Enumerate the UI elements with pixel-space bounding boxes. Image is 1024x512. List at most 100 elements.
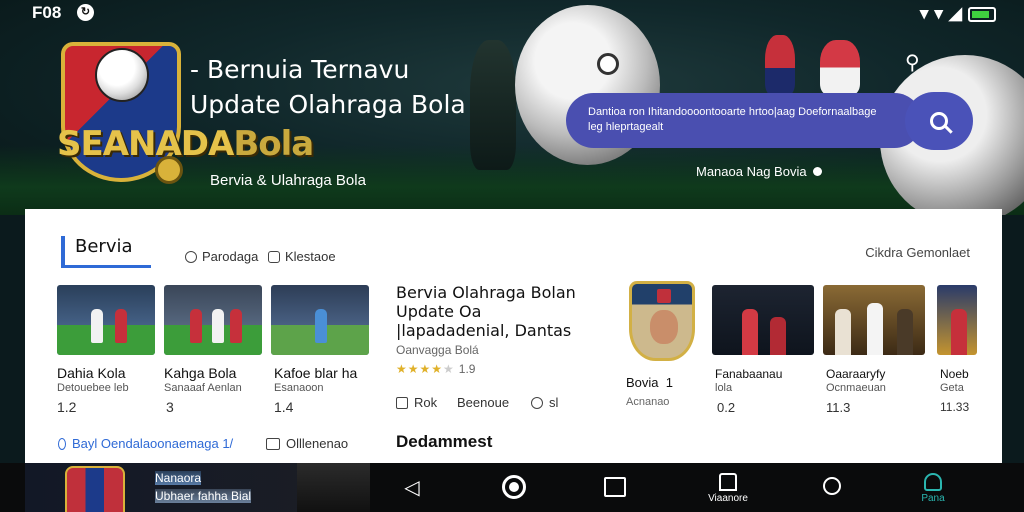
news-item-subtitle: Esanaoon (274, 382, 324, 394)
meta-label: Beenoue (457, 395, 510, 410)
wifi-icon: ▾ (934, 4, 943, 23)
status-icons: ▾ ▾ ◢ (920, 4, 996, 24)
nav-tab-home[interactable]: Viaanore (698, 473, 758, 504)
featured-source: Oanvagga Bolá (396, 343, 479, 357)
photo-thumbnail[interactable] (712, 285, 814, 355)
logo-ball-icon (95, 48, 149, 102)
bottom-link-secondary[interactable]: Olllenenao (266, 436, 348, 451)
nav-tab-profile[interactable]: Pana (903, 473, 963, 504)
search-input[interactable]: Dantioa ron Ihitandoooontooarte hrtoo|aa… (566, 93, 922, 148)
section-underline (61, 265, 151, 268)
sync-icon: ↻ (77, 4, 94, 21)
featured-title[interactable]: Bervia Olahraga Bolan Update Oa |lapadad… (396, 283, 596, 340)
section-right-link[interactable]: Cikdra Gemonlaet (865, 245, 970, 260)
hero-banner: F08 ↻ ▾ ▾ ◢ SEANADABola - Bernuia Ternav… (0, 0, 1024, 215)
search-button[interactable] (905, 92, 973, 150)
photo-item-subtitle: Geta (940, 382, 964, 394)
calendar-icon (396, 396, 408, 409)
photo-item-title[interactable]: Noeb (940, 367, 969, 381)
news-item-title[interactable]: Kafoe blar ha (274, 365, 357, 381)
hero-subtitle: Update Olahraga Bola (190, 90, 466, 119)
club-badge-icon (65, 466, 125, 512)
tab-label: Klestaoe (285, 249, 336, 264)
photo-item-value: 11.33 (940, 400, 970, 414)
club-badge[interactable] (629, 281, 695, 361)
location-pin-icon (58, 437, 66, 450)
square-icon (268, 250, 280, 263)
home-button-icon[interactable] (502, 475, 526, 499)
meta-label: Rok (414, 395, 438, 410)
logo-text: SEANADABola (57, 124, 314, 164)
promo-photo (297, 463, 370, 512)
image-icon (266, 437, 280, 450)
photo-item-subtitle: Ocnmaeuan (826, 382, 886, 394)
news-card: Bervia Parodaga Klestaoe Cikdra Gemonlae… (25, 209, 1002, 463)
news-item-value: 1.2 (57, 399, 77, 415)
logo-coin (155, 156, 183, 184)
meta-item[interactable]: Beenoue (457, 395, 509, 410)
news-item-subtitle: Sanaaaf Aenlan (164, 382, 242, 394)
photo-item-subtitle: lola (715, 382, 733, 394)
circle-icon (185, 250, 197, 263)
wifi-icon: ▾ (919, 4, 929, 23)
news-item-value: 3 (166, 399, 174, 415)
location-pin-icon (597, 53, 619, 75)
promo-banner[interactable]: Nanaora Ubhaer fahha Bial (25, 463, 370, 512)
bottom-link-label: Olllenenao (286, 436, 349, 451)
bottom-navigation-bar: Nanaora Ubhaer fahha Bial ◁ Viaanore Pan… (0, 463, 1024, 512)
battery-icon (968, 6, 996, 22)
player-figure (765, 35, 795, 95)
player-figure (470, 40, 516, 170)
nav-tab-label: Viaanore (708, 493, 748, 504)
recent-apps-icon[interactable] (604, 477, 626, 497)
bottom-link-label: Bayl Oendalaoonaemaga 1/ (72, 436, 234, 451)
status-bar: F08 ↻ ▾ ▾ ◢ (0, 0, 1024, 26)
news-thumbnail[interactable] (164, 285, 262, 355)
club-subtitle: Acnanao (626, 396, 670, 408)
bottom-link-primary[interactable]: Bayl Oendalaoonaemaga 1/ (58, 436, 233, 451)
photo-item-value: 11.3 (826, 400, 851, 415)
player-figure (820, 40, 860, 95)
meta-item[interactable]: Rok (396, 395, 437, 410)
photo-thumbnail[interactable] (937, 285, 977, 355)
rating-stars: ★★★★★ 1.9 (396, 362, 476, 376)
home-icon (719, 473, 737, 491)
chat-icon (531, 396, 543, 409)
tab-label: Parodaga (202, 249, 259, 264)
photo-item-title[interactable]: Oaaraaryfy (826, 367, 885, 381)
tab-klestaoe[interactable]: Klestaoe (268, 249, 336, 264)
news-item-title[interactable]: Kahga Bola (164, 365, 236, 381)
photo-thumbnail[interactable] (823, 285, 925, 355)
promo-line-2: Ubhaer fahha Bial (155, 489, 252, 503)
tab-parodaga[interactable]: Parodaga (185, 249, 258, 264)
news-thumbnail[interactable] (57, 285, 155, 355)
section2-title: Dedammest (396, 432, 493, 451)
hero-tagline: Bervia & Ulahraga Bola (210, 172, 366, 189)
back-icon[interactable]: ◁ (400, 475, 424, 499)
search-icon[interactable]: ⚲ (905, 50, 920, 75)
photo-item-value: 0.2 (717, 400, 736, 415)
dot-icon (812, 167, 822, 176)
status-time: F08 (32, 3, 62, 22)
club-name[interactable]: Bovia 1 (626, 375, 673, 390)
meta-item[interactable]: sl (531, 395, 558, 410)
nav-tab-label: Pana (921, 493, 945, 504)
player-portrait (650, 310, 678, 344)
news-item-subtitle: Detouebee leb (57, 382, 129, 394)
promo-line-1: Nanaora (155, 471, 202, 485)
section-title: Bervia (61, 236, 133, 266)
profile-icon (924, 473, 942, 491)
hero-link[interactable]: Manaoa Nag Bovia (696, 164, 822, 179)
news-item-title[interactable]: Dahia Kola (57, 365, 126, 381)
crest-icon (657, 289, 671, 303)
news-thumbnail[interactable] (271, 285, 369, 355)
photo-item-title[interactable]: Fanabaanau (715, 367, 782, 381)
search-icon (930, 112, 948, 130)
hero-link-label: Manaoa Nag Bovia (696, 164, 807, 179)
nav-tab-circle[interactable] (802, 477, 862, 497)
news-item-value: 1.4 (274, 399, 294, 415)
meta-label: sl (549, 395, 559, 410)
signal-icon: ◢ (948, 4, 962, 23)
rating-value: 1.9 (458, 362, 476, 376)
circle-icon (823, 477, 841, 495)
